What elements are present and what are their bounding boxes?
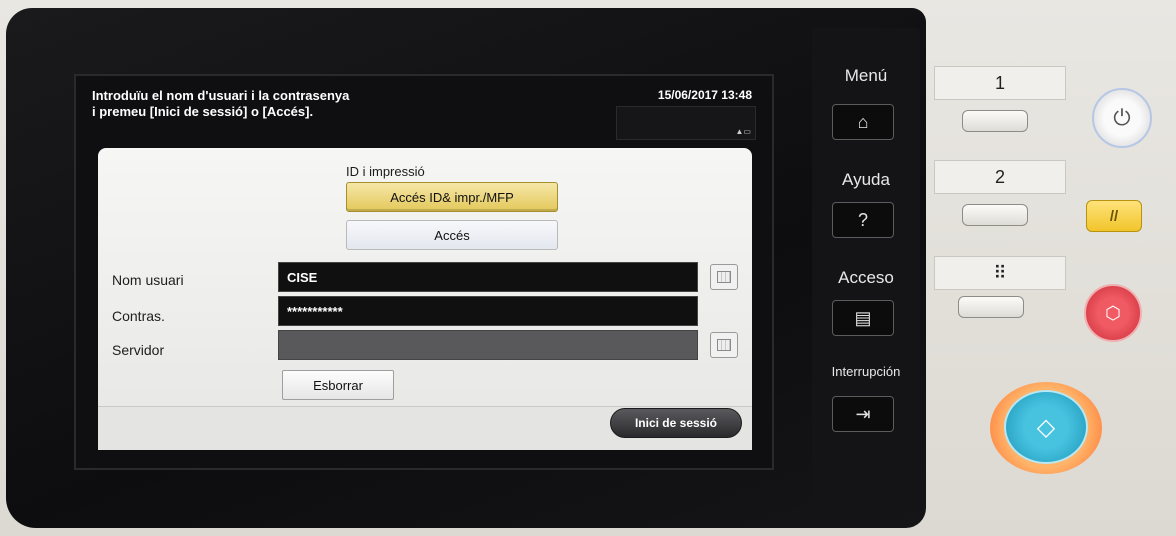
touch-screen: Introduïu el nom d'usuari i la contrasen… xyxy=(74,74,774,470)
access-label: Acceso xyxy=(838,268,894,287)
home-icon: ⌂ xyxy=(857,111,869,132)
list-icon xyxy=(717,339,731,351)
stop-icon: ⬡ xyxy=(1105,302,1121,323)
access-button[interactable]: Accés xyxy=(346,220,558,250)
access-key-button[interactable]: ▤ xyxy=(832,300,894,336)
interrupt-icon: ⇥ xyxy=(855,403,871,424)
help-button[interactable]: ? xyxy=(832,202,894,238)
side-key-column: Menú ⌂ Ayuda ? Acceso ▤ Interrupción ⇥ xyxy=(812,28,920,502)
interrupt-label: Interrupción xyxy=(831,364,901,379)
clear-button[interactable]: Esborrar xyxy=(282,370,394,400)
reset-button[interactable]: // xyxy=(1086,200,1142,232)
password-field[interactable]: *********** xyxy=(278,296,698,326)
username-label: Nom usuari xyxy=(112,272,184,288)
interrupt-button[interactable]: ⇥ xyxy=(832,396,894,432)
server-label: Servidor xyxy=(112,342,165,358)
prompt-line-2: i premeu [Inici de sessió] o [Accés]. xyxy=(92,104,314,119)
register-key-1-slot: 1 xyxy=(934,66,1066,100)
menu-button[interactable]: ⌂ xyxy=(832,104,894,140)
login-button[interactable]: Inici de sessió xyxy=(610,408,742,438)
prompt-line-1: Introduïu el nom d'usuari i la contrasen… xyxy=(92,88,350,103)
start-button[interactable]: ◇ xyxy=(1004,390,1088,464)
server-list-button[interactable] xyxy=(710,332,738,358)
help-icon: ? xyxy=(857,209,868,230)
keypad-icon: ⠿ xyxy=(993,262,1007,283)
reset-icon: // xyxy=(1109,207,1119,225)
stop-button[interactable]: ⬡ xyxy=(1084,284,1142,342)
power-icon: ⏻ xyxy=(1113,105,1131,130)
register-key-2-slot: 2 xyxy=(934,160,1066,194)
register-key-2-button[interactable] xyxy=(962,204,1028,226)
printer-control-panel: Introduïu el nom d'usuari i la contrasen… xyxy=(0,0,1176,536)
keypad-button[interactable] xyxy=(958,296,1024,318)
signal-battery-icon: ▲▭ xyxy=(735,127,751,136)
username-keyboard-button[interactable] xyxy=(710,264,738,290)
username-field[interactable]: CISE xyxy=(278,262,698,292)
password-label: Contras. xyxy=(112,308,165,324)
id-print-access-button[interactable]: Accés ID& impr./MFP xyxy=(346,182,558,212)
keypad-slot: ⠿ xyxy=(934,256,1066,290)
keyboard-icon xyxy=(717,271,731,283)
auth-mode-title: ID i impressió xyxy=(346,164,425,179)
server-field[interactable] xyxy=(278,330,698,360)
access-icon: ▤ xyxy=(854,307,872,328)
status-area: ▲▭ xyxy=(616,106,756,140)
menu-label: Menú xyxy=(844,66,888,85)
register-key-1-button[interactable] xyxy=(962,110,1028,132)
power-button[interactable]: ⏻ xyxy=(1092,88,1152,148)
date-time: 15/06/2017 13:48 xyxy=(657,88,752,102)
login-instructions: Introduïu el nom d'usuari i la contrasen… xyxy=(92,88,512,120)
help-label: Ayuda xyxy=(842,170,890,189)
start-icon: ◇ xyxy=(1036,413,1056,441)
